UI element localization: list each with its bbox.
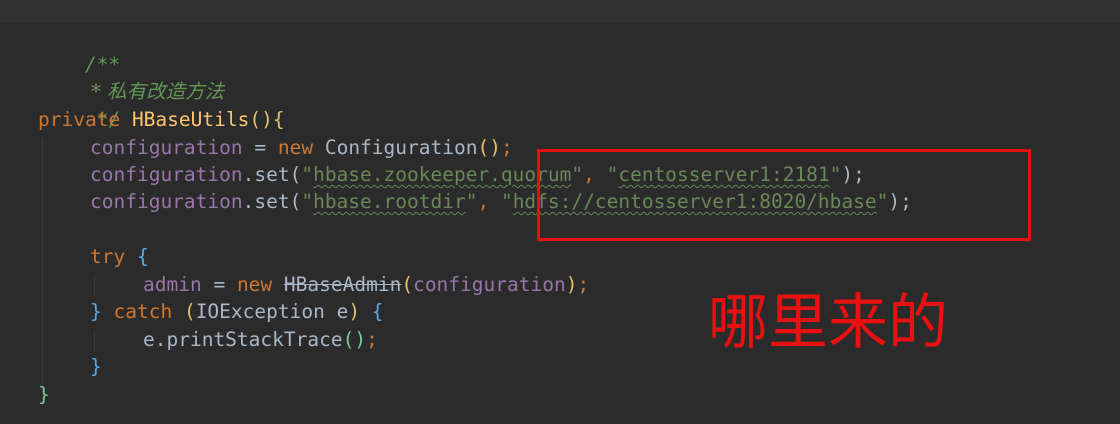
quote: ": [301, 163, 314, 186]
string-zookeeper-quorum-key: hbase.zookeeper.quorum: [313, 163, 572, 186]
parens: (): [477, 136, 501, 159]
semicolon: ;: [500, 136, 513, 159]
field-admin: admin: [143, 273, 202, 296]
code-line-2: * 私有改造方法: [38, 51, 224, 103]
keyword-try: try: [90, 245, 126, 268]
keyword-new: new: [236, 273, 273, 296]
comma: ,: [477, 190, 501, 213]
editor-top-strip: [0, 0, 1120, 22]
code-line-11: } catch (IOException e) {: [90, 298, 384, 325]
code-line-3: */: [38, 79, 121, 131]
keyword-catch: catch: [101, 300, 173, 323]
open-paren: (: [401, 273, 414, 296]
highlight-box: [537, 149, 1031, 241]
field-configuration: configuration: [90, 136, 243, 159]
quote: ": [465, 190, 478, 213]
string-rootdir-key: hbase.rootdir: [313, 190, 466, 213]
parens: (): [249, 108, 273, 131]
open-paren: (: [172, 300, 196, 323]
close-brace: }: [90, 300, 102, 323]
annotation-text: 哪里来的: [708, 288, 948, 358]
quote: ": [500, 190, 513, 213]
method-printstacktrace: e.printStackTrace: [143, 328, 343, 351]
quote: ": [301, 190, 314, 213]
open-brace: {: [272, 108, 285, 131]
method-set: .set(: [242, 163, 302, 186]
class-configuration: Configuration: [313, 136, 478, 159]
close-paren: ): [348, 300, 361, 323]
code-line-14: }: [38, 381, 50, 408]
indent-guide: [94, 276, 95, 296]
keyword-private: private: [38, 108, 121, 131]
field-configuration: configuration: [90, 190, 243, 213]
open-brace: {: [360, 300, 384, 323]
indent-guide: [42, 138, 43, 400]
assign-operator: =: [242, 136, 278, 159]
code-line-13: }: [90, 353, 102, 380]
code-line-5: configuration = new Configuration();: [90, 134, 513, 161]
argument-configuration: configuration: [413, 273, 566, 296]
code-line-4: private HBaseUtils(){: [38, 106, 285, 133]
semicolon: ;: [366, 328, 378, 351]
close-paren: ): [565, 273, 578, 296]
method-set: .set(: [242, 190, 302, 213]
semicolon: ;: [577, 273, 590, 296]
class-hbaseadmin-deprecated: HBaseAdmin: [283, 273, 402, 296]
close-brace: }: [38, 383, 50, 406]
field-configuration: configuration: [90, 163, 243, 186]
code-line-10: admin = new HBaseAdmin(configuration);: [143, 271, 589, 298]
code-line-1: /**: [38, 24, 120, 76]
open-brace: {: [125, 245, 149, 268]
assign-operator: =: [201, 273, 237, 296]
code-line-9: try {: [90, 243, 149, 270]
parens: (): [342, 328, 367, 351]
code-line-12: e.printStackTrace();: [143, 326, 378, 353]
close-brace: }: [90, 355, 102, 378]
constructor-name: HBaseUtils: [131, 108, 250, 131]
indent-guide: [94, 331, 95, 351]
exception-parameter: IOException e: [195, 300, 349, 323]
keyword-new: new: [277, 136, 314, 159]
